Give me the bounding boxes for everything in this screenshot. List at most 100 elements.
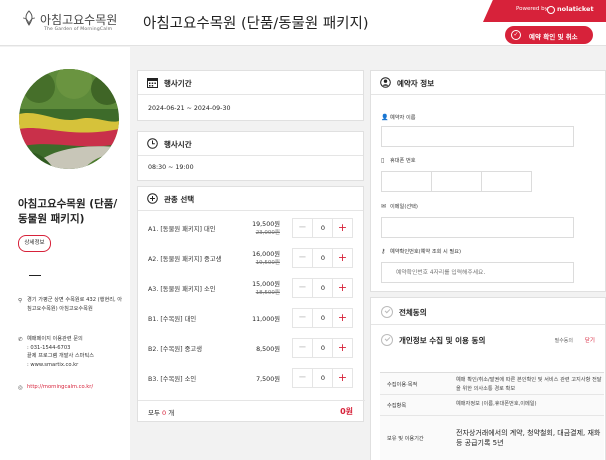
logo-english-text: The Garden of MorningCalm xyxy=(44,27,113,32)
quantity-stepper: − 0 + xyxy=(292,278,353,298)
contact-row: ✆ 예매페이지 이용관련 문의 : 031-1544-6703 끝제 프로그램 … xyxy=(18,335,128,375)
privacy-agree-checkbox[interactable] xyxy=(381,334,393,346)
address-text: 경기 가평군 상면 수목원로 432 (행현리, 아침고요수목원) 아침고요수목… xyxy=(27,297,123,312)
plus-circle-icon xyxy=(147,193,158,204)
garden-logo-mark-icon xyxy=(22,10,36,26)
quantity-value: 0 xyxy=(320,224,326,232)
key-icon: ⚷ xyxy=(381,248,386,255)
terms-row: 수집이용·목적 예매 확인/취소/발권에 따른 본인확인 및 서비스 관련 고지… xyxy=(380,373,604,395)
total-count: 모두 0 개 xyxy=(148,407,174,417)
event-hours-header: 행사시간 xyxy=(138,132,363,156)
terms-key: 수집항목 xyxy=(387,403,407,409)
increase-button[interactable]: + xyxy=(332,309,352,327)
reservation-check-cancel-label: 예약 확인 및 취소 xyxy=(529,33,578,41)
reservation-check-cancel-button[interactable]: ✓ 예약 확인 및 취소 xyxy=(505,26,593,44)
name-input[interactable] xyxy=(381,126,574,147)
ticket-price: 19,500원 xyxy=(252,221,280,228)
ticket-original-price: 23,000원 xyxy=(255,230,280,236)
increase-button[interactable]: + xyxy=(332,279,352,297)
confirmation-number-input[interactable] xyxy=(381,262,574,283)
event-hours-title: 행사시간 xyxy=(164,140,192,149)
total-prefix: 모두 xyxy=(148,409,163,417)
terms-key: 수집이용·목적 xyxy=(387,382,418,388)
agree-all-checkbox[interactable] xyxy=(381,306,393,318)
terms-value: 전자상거래에서의 계약, 청약철회, 대금결제, 재화 등 공급기록 5년 xyxy=(456,429,601,447)
booker-info-panel: 예약자 정보 👤 예약자 이름 ▯ 휴대폰 번호 ✉ 이메일(선택) ⚷ 예약확인번호(… xyxy=(370,70,606,292)
ticket-name: A3. [동물원 패키지] 소인 xyxy=(148,286,216,293)
agree-all-row[interactable]: 전체동의 xyxy=(371,299,605,325)
detail-info-button[interactable]: 상세정보 xyxy=(18,235,51,252)
ticket-name: A2. [동물원 패키지] 중고생 xyxy=(148,256,222,263)
globe-icon: ◎ xyxy=(18,385,23,391)
phone-icon: ✆ xyxy=(18,337,23,343)
quantity-value: 0 xyxy=(320,284,326,292)
ticket-price: 16,000원 xyxy=(252,251,280,258)
top-header: 아침고요수목원 The Garden of MorningCalm 아침고요수목… xyxy=(0,0,606,46)
powered-by-brand: nolaticket xyxy=(557,5,594,13)
decrease-button[interactable]: − xyxy=(293,219,313,237)
ticket-price: 11,000원 xyxy=(252,316,280,323)
phone-input-middle[interactable] xyxy=(431,171,482,192)
email-label: ✉ 이메일(선택) xyxy=(381,203,418,210)
page-title: 아침고요수목원 (단품/동물원 패키지) xyxy=(143,16,369,32)
ticket-selection-header: 관종 선택 xyxy=(138,187,363,211)
total-bar: 모두 0 개 0원 xyxy=(138,400,365,421)
quantity-stepper: − 0 + xyxy=(292,308,353,328)
email-input[interactable] xyxy=(381,217,574,238)
ticket-row: B2. [수목원] 중고생 8,500원 − 0 + xyxy=(138,333,365,363)
phone-input-first[interactable] xyxy=(381,171,432,192)
garden-photo-image xyxy=(19,69,119,169)
ticket-name: B1. [수목원] 대인 xyxy=(148,316,197,323)
ticket-price: 7,500원 xyxy=(256,376,280,383)
quantity-stepper: − 0 + xyxy=(292,248,353,268)
logo-korean-text: 아침고요수목원 xyxy=(40,13,118,27)
decrease-button[interactable]: − xyxy=(293,339,313,357)
privacy-agree-row[interactable]: 개인정보 수집 및 이용 동의 필수동의 닫기 xyxy=(371,328,605,354)
phone-input-last[interactable] xyxy=(481,171,532,192)
ticket-name: A1. [동물원 패키지] 대인 xyxy=(148,226,216,233)
garden-logo[interactable]: 아침고요수목원 The Garden of MorningCalm xyxy=(20,9,120,37)
phone-label: ▯ 휴대폰 번호 xyxy=(381,157,416,164)
increase-button[interactable]: + xyxy=(332,219,352,237)
contact-site: : www.smartix.co.kr xyxy=(27,361,79,368)
terms-row: 보유 및 이용기간 전자상거래에서의 계약, 청약철회, 대금결제, 재화 등 … xyxy=(380,416,604,460)
decrease-button[interactable]: − xyxy=(293,279,313,297)
location-pin-icon: ⚲ xyxy=(18,298,23,304)
decrease-button[interactable]: − xyxy=(293,369,313,387)
decrease-button[interactable]: − xyxy=(293,309,313,327)
event-period-panel: 행사기간 2024-06-21 ~ 2024-09-30 xyxy=(137,70,364,121)
venue-name: 아침고요수목원 (단품/동물원 패키지) xyxy=(18,198,118,225)
ticket-row: A3. [동물원 패키지] 소인 15,000원 18,500원 − 0 + xyxy=(138,273,365,303)
close-terms-link[interactable]: 닫기 xyxy=(585,336,595,344)
mobile-icon: ▯ xyxy=(381,157,385,164)
ticket-selection-panel: 관종 선택 A1. [동물원 패키지] 대인 19,500원 23,000원 −… xyxy=(137,186,365,422)
phone-label-text: 휴대폰 번호 xyxy=(390,158,416,164)
privacy-terms-table: 수집이용·목적 예매 확인/취소/발권에 따른 본인확인 및 서비스 관련 고지… xyxy=(380,372,604,460)
quantity-value: 0 xyxy=(320,344,326,352)
homepage-link[interactable]: http://morningcalm.co.kr/ xyxy=(27,383,125,392)
ticket-original-price: 19,500원 xyxy=(255,260,280,266)
terms-key: 보유 및 이용기간 xyxy=(387,436,424,442)
privacy-agree-label: 개인정보 수집 및 이용 동의 xyxy=(399,336,486,345)
venue-info-panel: 아침고요수목원 (단품/동물원 패키지) 상세정보 ⚲ 경기 가평군 상면 수목… xyxy=(0,47,130,460)
clock-icon xyxy=(147,138,158,149)
check-circle-icon: ✓ xyxy=(511,30,521,40)
quantity-stepper: − 0 + xyxy=(292,368,353,388)
contact-company: 끝제 프로그램 개발사 스마틱스 xyxy=(27,353,94,359)
person-icon: 👤 xyxy=(381,114,389,121)
contact-title: 예매페이지 이용관련 문의 xyxy=(27,336,83,342)
email-label-text: 이메일(선택) xyxy=(390,204,418,210)
event-period-value: 2024-06-21 ~ 2024-09-30 xyxy=(148,105,231,112)
ticket-price: 15,000원 xyxy=(252,281,280,288)
event-hours-panel: 행사시간 08:30 ~ 19:00 xyxy=(137,131,364,181)
event-hours-value: 08:30 ~ 19:00 xyxy=(148,164,194,171)
event-period-header: 행사기간 xyxy=(138,71,363,95)
ticket-name: B3. [수목원] 소인 xyxy=(148,376,197,383)
increase-button[interactable]: + xyxy=(332,249,352,267)
ticket-row: B3. [수목원] 소인 7,500원 − 0 + xyxy=(138,363,365,393)
name-label-text: 예약자 이름 xyxy=(390,115,416,121)
decrease-button[interactable]: − xyxy=(293,249,313,267)
increase-button[interactable]: + xyxy=(332,339,352,357)
quantity-stepper: − 0 + xyxy=(292,218,353,238)
increase-button[interactable]: + xyxy=(332,369,352,387)
